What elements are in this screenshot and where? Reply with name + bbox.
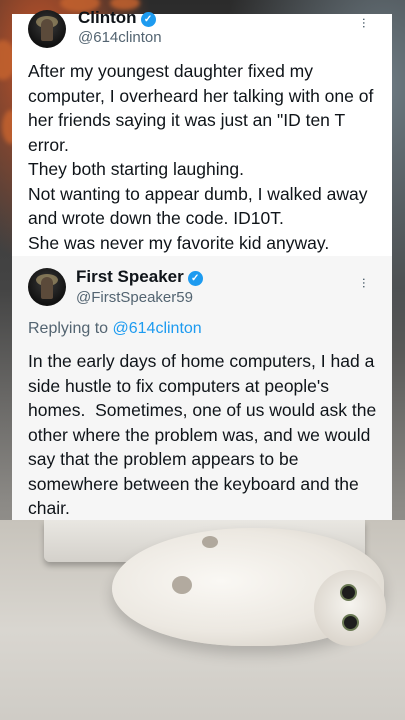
replying-prefix: Replying to: [28, 320, 109, 337]
tweet1-handle[interactable]: @614clinton: [78, 29, 162, 47]
tweet2-handle[interactable]: @FirstSpeaker59: [76, 289, 193, 307]
tweet1-author-name[interactable]: Clinton ✓: [78, 8, 156, 28]
reply-tweet-card[interactable]: First Speaker ✓ @FirstSpeaker59 ··· Reply…: [12, 256, 392, 520]
verified-badge-icon: ✓: [187, 271, 203, 286]
more-options-icon[interactable]: ···: [357, 277, 373, 288]
replying-to-link[interactable]: @614clinton: [113, 320, 202, 337]
cat-eye: [340, 584, 357, 601]
clinton-avatar[interactable]: [28, 10, 66, 48]
firstspeaker-avatar[interactable]: [28, 268, 66, 306]
tweet2-body: In the early days of home computers, I h…: [28, 351, 382, 518]
more-options-icon[interactable]: ···: [357, 17, 373, 28]
replying-to-line: Replying to @614clinton: [28, 319, 202, 339]
tweet1-name-text: Clinton: [78, 8, 137, 27]
cat-head: [314, 570, 386, 646]
original-tweet-card[interactable]: Clinton ✓ @614clinton ··· After my younge…: [12, 8, 392, 256]
tweet2-author-name[interactable]: First Speaker ✓: [76, 267, 203, 287]
tweet2-name-text: First Speaker: [76, 267, 184, 286]
verified-badge-icon: ✓: [140, 12, 156, 27]
cat-eye: [342, 614, 359, 631]
tweet1-body: After my youngest daughter fixed my comp…: [28, 61, 374, 253]
